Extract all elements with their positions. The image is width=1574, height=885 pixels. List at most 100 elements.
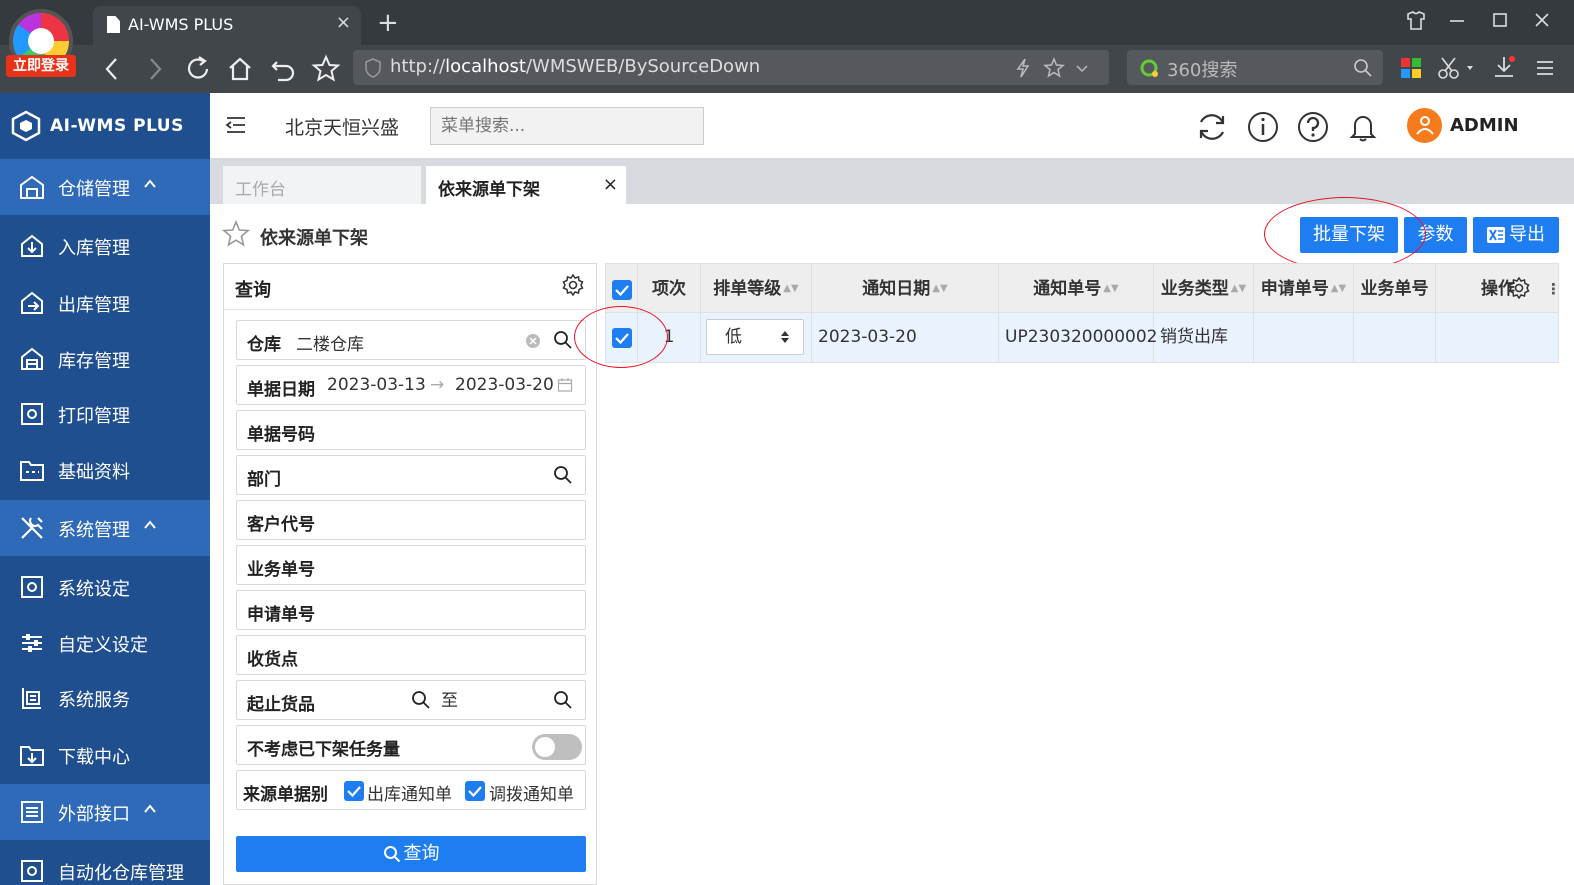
maximize-icon[interactable] xyxy=(1491,11,1509,29)
close-tab-icon[interactable]: × xyxy=(336,12,351,33)
sidebar-item-6[interactable]: 基础资料 xyxy=(0,442,210,498)
sidebar-item-5[interactable]: 打印管理 xyxy=(0,386,210,442)
search-icon[interactable] xyxy=(553,330,573,350)
sidebar-item-label: 出库管理 xyxy=(58,295,130,316)
col-index[interactable]: 项次 xyxy=(638,264,701,314)
sidebar-item-4[interactable]: 库存管理 xyxy=(0,331,210,387)
favorite-icon[interactable] xyxy=(311,54,341,84)
search-icon[interactable] xyxy=(553,465,573,485)
calendar-icon[interactable] xyxy=(557,377,573,393)
home-icon[interactable] xyxy=(225,54,255,84)
undo-icon[interactable] xyxy=(268,54,298,84)
apply-no-field[interactable]: 申请单号 xyxy=(236,590,586,630)
date-from[interactable]: 2023-03-13 xyxy=(327,375,426,395)
chevron-down-icon[interactable] xyxy=(1074,60,1090,76)
automation-icon xyxy=(21,860,43,882)
company-name: 北京天恒兴盛 xyxy=(285,117,400,139)
download-manager-icon[interactable] xyxy=(1492,55,1516,81)
goods-range-field[interactable]: 起止货品 至 xyxy=(236,680,586,720)
logo[interactable]: AI-WMS PLUS xyxy=(0,93,210,159)
print-icon xyxy=(21,403,43,425)
collapse-menu-icon[interactable] xyxy=(225,115,247,135)
avatar[interactable] xyxy=(1407,108,1442,143)
sidebar-group-12[interactable]: 外部接口 xyxy=(0,784,210,840)
sidebar-item-label: 库存管理 xyxy=(58,351,130,372)
search-icon[interactable] xyxy=(553,690,573,710)
star-icon[interactable] xyxy=(222,220,250,248)
info-icon[interactable] xyxy=(1247,111,1279,143)
level-select[interactable]: 低 xyxy=(706,319,804,355)
tab-by-source-down[interactable]: 依来源单下架 × xyxy=(426,166,626,204)
receive-point-field[interactable]: 收货点 xyxy=(236,635,586,675)
sidebar-group-7[interactable]: 系统管理 xyxy=(0,500,210,556)
col-apply-no[interactable]: 申请单号 ▲▼ xyxy=(1254,264,1354,314)
col-biz-no[interactable]: 业务单号 xyxy=(1354,264,1436,314)
browser-search-box[interactable]: 360搜索 xyxy=(1127,50,1383,85)
shirt-icon[interactable] xyxy=(1405,11,1427,31)
date-to[interactable]: 2023-03-20 xyxy=(455,375,554,395)
chevron-up-icon xyxy=(144,520,156,529)
customer-field[interactable]: 客户代号 xyxy=(236,500,586,540)
source-transfer-label: 调拨通知单 xyxy=(489,785,574,805)
logo-icon xyxy=(11,110,41,142)
col-biz-type[interactable]: 业务类型 ▲▼ xyxy=(1154,264,1254,314)
close-window-icon[interactable] xyxy=(1533,11,1551,29)
col-notice-date[interactable]: 通知日期 ▲▼ xyxy=(812,264,999,314)
sidebar-item-10[interactable]: 系统服务 xyxy=(0,670,210,726)
biz-no-field[interactable]: 业务单号 xyxy=(236,545,586,585)
gear-icon[interactable] xyxy=(562,274,584,296)
gear-icon[interactable] xyxy=(1508,277,1530,299)
date-range-field[interactable]: 单据日期 2023-03-13 → 2023-03-20 xyxy=(236,365,586,405)
dept-field[interactable]: 部门 xyxy=(236,455,586,495)
user-icon xyxy=(1416,116,1434,135)
new-tab-button[interactable]: + xyxy=(377,8,399,38)
login-badge[interactable]: 立即登录 xyxy=(6,55,76,77)
refresh-icon[interactable] xyxy=(1196,111,1228,143)
tab-workbench[interactable]: 工作台 xyxy=(223,166,421,204)
bell-icon[interactable] xyxy=(1347,111,1379,143)
back-icon[interactable] xyxy=(97,54,127,84)
user-name[interactable]: ADMIN xyxy=(1450,115,1519,136)
lightning-icon[interactable] xyxy=(1014,58,1032,78)
export-button[interactable]: 导出 xyxy=(1473,217,1559,253)
col-notice-no[interactable]: 通知单号 ▲▼ xyxy=(999,264,1154,314)
sidebar-group-1[interactable]: 仓储管理 xyxy=(0,159,210,215)
help-icon[interactable] xyxy=(1297,111,1329,143)
sidebar-item-3[interactable]: 出库管理 xyxy=(0,275,210,331)
forward-icon[interactable] xyxy=(140,54,170,84)
ignore-toggle[interactable] xyxy=(532,734,582,760)
apps-grid-icon[interactable] xyxy=(1400,57,1422,79)
sidebar-item-9[interactable]: 自定义设定 xyxy=(0,615,210,671)
table-row[interactable]: 1 低 2023-03-20 UP230320000002 销货出库 xyxy=(605,313,1559,363)
address-bar[interactable]: http://localhost/WMSWEB/BySourceDown xyxy=(353,50,1109,85)
dept-label: 部门 xyxy=(247,470,281,490)
close-tab-icon[interactable]: × xyxy=(603,174,618,195)
search-icon[interactable] xyxy=(411,690,431,710)
query-submit-label: 查询 xyxy=(403,843,440,864)
sidebar: AI-WMS PLUS 仓储管理 入库管理出库管理库存管理打印管理 基础资料 系统管理… xyxy=(0,93,210,885)
minimize-icon[interactable] xyxy=(1448,11,1466,29)
chevron-up-icon xyxy=(144,804,156,813)
browser-tab[interactable]: AI-WMS PLUS × xyxy=(93,6,361,45)
col-level[interactable]: 排单等级 ▲▼ xyxy=(701,264,812,314)
clear-icon[interactable] xyxy=(525,333,541,349)
source-transfer-checkbox[interactable] xyxy=(465,781,485,801)
menu-icon[interactable] xyxy=(1535,58,1555,78)
warehouse-field[interactable]: 仓库 二楼仓库 xyxy=(236,320,586,360)
sidebar-item-11[interactable]: 下载中心 xyxy=(0,727,210,783)
doc-no-field[interactable]: 单据号码 xyxy=(236,410,586,450)
bookmark-star-icon[interactable] xyxy=(1043,57,1065,79)
search-icon[interactable] xyxy=(1353,58,1373,78)
browser-nav-bar: http://localhost/WMSWEB/BySourceDown 360… xyxy=(0,45,1574,93)
sidebar-item-2[interactable]: 入库管理 xyxy=(0,218,210,274)
select-all-checkbox[interactable] xyxy=(612,280,632,300)
scissors-icon[interactable] xyxy=(1437,56,1475,80)
refresh-icon[interactable] xyxy=(183,54,213,84)
query-submit-button[interactable]: 查询 xyxy=(236,836,586,872)
sidebar-item-label: 系统设定 xyxy=(58,579,130,600)
sidebar-item-13[interactable]: 自动化仓库管理 xyxy=(0,843,210,885)
sidebar-item-8[interactable]: 系统设定 xyxy=(0,559,210,615)
source-outbound-label: 出库通知单 xyxy=(367,785,452,805)
source-outbound-checkbox[interactable] xyxy=(344,781,364,801)
menu-search-input[interactable] xyxy=(430,107,704,145)
